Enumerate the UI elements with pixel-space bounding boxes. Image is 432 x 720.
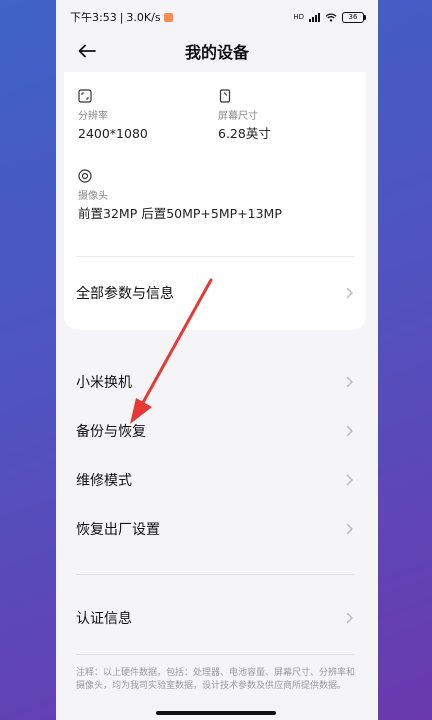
row-label: 维修模式 [76, 473, 132, 489]
row-label: 全部参数与信息 [76, 286, 174, 302]
all-params-row[interactable]: 全部参数与信息 [76, 273, 354, 313]
row-label: 小米换机 [76, 375, 132, 391]
wifi-icon [325, 12, 337, 22]
cellular-signal-icon [309, 12, 320, 22]
section-divider [76, 574, 354, 575]
spec-screen-size: 屏幕尺寸 6.28英寸 [218, 89, 271, 142]
chevron-right-icon [346, 612, 353, 624]
section-divider [76, 654, 354, 655]
battery-icon: 36 [342, 11, 366, 23]
footnote: 注释：以上硬件数据，包括：处理器、电池容量、屏幕尺寸、分辨率和摄像头，均为我司实… [76, 668, 356, 691]
status-right: HD 36 [293, 11, 366, 23]
app-notification-icon [163, 12, 173, 22]
screen-size-icon [219, 89, 231, 103]
row-label: 恢复出厂设置 [76, 522, 160, 538]
screen-resolution-icon [78, 89, 92, 103]
phone-screen: 下午3:53 | 3.0K/s HD 36 我的设备 分辨率 2400*1080… [56, 0, 378, 720]
xiaomi-switch-row[interactable]: 小米换机 [76, 362, 354, 402]
page-title: 我的设备 [184, 43, 249, 62]
arrow-left-icon [78, 44, 96, 58]
repair-mode-row[interactable]: 维修模式 [76, 460, 354, 500]
status-time: 下午3:53 [70, 11, 117, 24]
back-button[interactable] [74, 38, 100, 64]
camera-icon [78, 169, 92, 183]
spec-label: 分辨率 [78, 111, 108, 122]
chevron-right-icon [346, 474, 353, 486]
spec-value: 2400*1080 [78, 126, 148, 141]
chevron-right-icon [346, 287, 353, 299]
device-spec-card: 分辨率 2400*1080 屏幕尺寸 6.28英寸 摄像头 前置32MP 后置5… [64, 72, 366, 330]
chevron-right-icon [346, 376, 353, 388]
status-left: 下午3:53 | 3.0K/s [70, 9, 173, 25]
spec-label: 屏幕尺寸 [218, 111, 258, 122]
certification-row[interactable]: 认证信息 [76, 598, 354, 638]
spec-resolution: 分辨率 2400*1080 [78, 89, 148, 142]
home-indicator[interactable] [156, 711, 276, 715]
network-speed: 3.0K/s [126, 10, 161, 24]
chevron-right-icon [346, 523, 353, 535]
factory-reset-row[interactable]: 恢复出厂设置 [76, 509, 354, 549]
battery-level: 36 [348, 12, 358, 21]
card-divider [76, 256, 354, 257]
spec-camera: 摄像头 前置32MP 后置50MP+5MP+13MP [78, 169, 282, 222]
header: 我的设备 [56, 34, 378, 68]
hd-label: HD [293, 13, 304, 21]
spec-value: 前置32MP 后置50MP+5MP+13MP [78, 206, 282, 221]
spec-value: 6.28英寸 [218, 126, 271, 141]
status-bar: 下午3:53 | 3.0K/s HD 36 [56, 0, 378, 34]
status-separator: | [119, 10, 124, 24]
spec-label: 摄像头 [78, 191, 108, 202]
chevron-right-icon [346, 425, 353, 437]
row-label: 认证信息 [76, 611, 132, 627]
row-label: 备份与恢复 [76, 424, 146, 440]
backup-restore-row[interactable]: 备份与恢复 [76, 411, 354, 451]
